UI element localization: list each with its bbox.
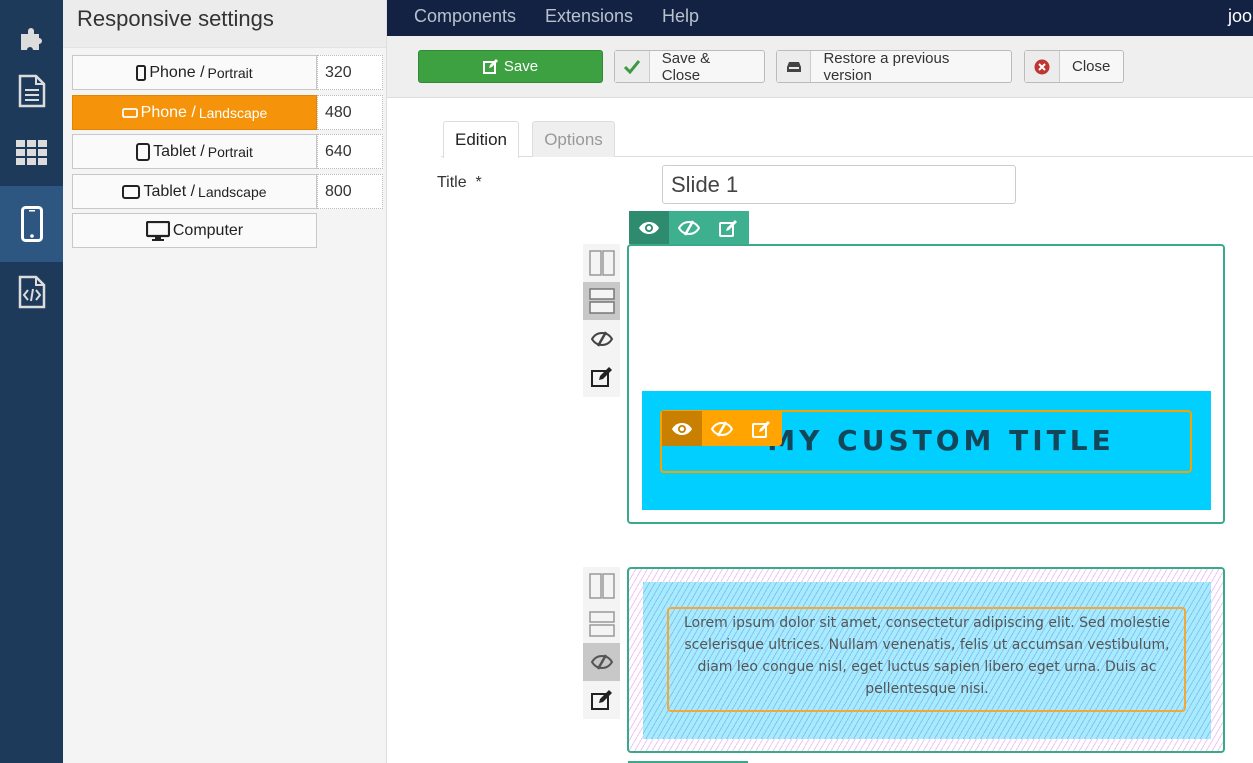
edit-icon bbox=[590, 367, 612, 387]
eye-icon bbox=[672, 422, 692, 435]
tab-options[interactable]: Options bbox=[532, 121, 615, 157]
title-input[interactable] bbox=[662, 165, 1016, 204]
device-label: Tablet / bbox=[143, 182, 196, 200]
phone-portrait-icon bbox=[136, 64, 147, 81]
edit-row-button[interactable] bbox=[709, 211, 749, 244]
device-computer-button[interactable]: Computer bbox=[72, 213, 317, 248]
grid-icon bbox=[15, 140, 47, 165]
top-navbar: Components Extensions Help joo bbox=[387, 0, 1253, 36]
toolbar: Save Save & Close Restore a previous ver… bbox=[387, 36, 1253, 98]
device-label: Tablet / bbox=[153, 142, 205, 160]
phone-icon bbox=[20, 206, 43, 242]
edit-button[interactable] bbox=[583, 358, 620, 396]
eye-slash-icon bbox=[678, 219, 700, 236]
hide-button[interactable] bbox=[583, 643, 620, 681]
close-button[interactable]: Close bbox=[1024, 50, 1124, 83]
hide-row-button[interactable] bbox=[669, 211, 709, 244]
sidebar-item-modules[interactable] bbox=[0, 115, 63, 191]
nav-components[interactable]: Components bbox=[414, 6, 516, 27]
edit-icon bbox=[752, 420, 770, 438]
edit-button[interactable] bbox=[583, 681, 620, 719]
device-width-input[interactable]: 640 bbox=[317, 134, 383, 169]
save-button[interactable]: Save bbox=[418, 50, 603, 83]
panel-title: Responsive settings bbox=[63, 0, 386, 48]
device-orientation: Landscape bbox=[198, 104, 268, 121]
hide-block-button[interactable] bbox=[702, 411, 742, 446]
show-row-button[interactable] bbox=[629, 211, 669, 244]
device-tablet-landscape-button[interactable]: Tablet / Landscape bbox=[72, 174, 317, 209]
columns-icon bbox=[588, 250, 615, 276]
device-orientation: Portrait bbox=[207, 64, 253, 81]
required-mark: * bbox=[475, 174, 482, 191]
icon-sidebar bbox=[0, 0, 63, 763]
code-file-icon bbox=[18, 275, 45, 309]
nav-help[interactable]: Help bbox=[662, 6, 699, 27]
device-width-input[interactable]: 480 bbox=[317, 95, 383, 130]
device-label: Phone / bbox=[140, 103, 196, 121]
edit-icon bbox=[719, 219, 737, 237]
restore-label: Restore a previous version bbox=[823, 49, 950, 84]
edit-block-button[interactable] bbox=[742, 411, 782, 446]
lorem-text[interactable]: Lorem ipsum dolor sit amet, consectetur … bbox=[672, 612, 1182, 700]
rows-icon bbox=[588, 288, 615, 314]
tablet-portrait-icon bbox=[136, 142, 151, 161]
close-label: Close bbox=[1072, 58, 1111, 75]
phone-landscape-icon bbox=[121, 107, 138, 118]
device-phone-landscape-button[interactable]: Phone / Landscape bbox=[72, 95, 317, 130]
edit-icon bbox=[482, 59, 498, 74]
tablet-landscape-icon bbox=[122, 184, 141, 199]
device-label: Phone / bbox=[149, 63, 205, 81]
columns-layout-button[interactable] bbox=[583, 244, 620, 282]
user-menu[interactable]: joo bbox=[1228, 6, 1252, 27]
app-window: Responsive settings Phone / Portrait 320… bbox=[0, 0, 1253, 763]
nav-extensions[interactable]: Extensions bbox=[545, 6, 633, 27]
document-icon bbox=[18, 74, 45, 108]
device-label: Computer bbox=[172, 221, 244, 239]
eye-slash-icon bbox=[711, 420, 733, 437]
save-close-label: Save & Close bbox=[661, 49, 711, 84]
archive-icon bbox=[786, 61, 801, 72]
title-label: Title * bbox=[437, 174, 482, 192]
rows-layout-button[interactable] bbox=[583, 605, 620, 643]
monitor-icon bbox=[145, 220, 170, 241]
device-tablet-portrait-button[interactable]: Tablet / Portrait bbox=[72, 134, 317, 169]
device-orientation: Portrait bbox=[207, 143, 253, 160]
rows-icon bbox=[588, 611, 615, 637]
save-close-button[interactable]: Save & Close bbox=[614, 49, 765, 84]
columns-icon bbox=[588, 573, 615, 599]
row-2-side-toolbar bbox=[583, 567, 620, 719]
sidebar-item-responsive[interactable] bbox=[0, 186, 63, 262]
eye-slash-icon bbox=[590, 331, 613, 347]
title-block-toolbar bbox=[662, 411, 782, 446]
restore-version-button[interactable]: Restore a previous version bbox=[776, 49, 1012, 84]
check-icon bbox=[623, 59, 640, 74]
title-label-text: Title bbox=[437, 174, 467, 191]
row-toolbar bbox=[629, 211, 749, 244]
row-side-toolbar bbox=[583, 244, 620, 397]
responsive-settings-panel: Responsive settings Phone / Portrait 320… bbox=[63, 0, 387, 763]
device-phone-portrait-button[interactable]: Phone / Portrait bbox=[72, 55, 317, 90]
eye-icon bbox=[639, 221, 659, 234]
puzzle-icon bbox=[20, 28, 42, 50]
edit-icon bbox=[590, 690, 612, 710]
save-label: Save bbox=[503, 58, 539, 75]
show-block-button[interactable] bbox=[662, 411, 702, 446]
hide-button[interactable] bbox=[583, 320, 620, 358]
close-circle-icon bbox=[1034, 59, 1050, 74]
columns-layout-button[interactable] bbox=[583, 567, 620, 605]
sidebar-item-code[interactable] bbox=[0, 254, 63, 330]
device-width-input[interactable]: 320 bbox=[317, 55, 383, 90]
device-orientation: Landscape bbox=[198, 183, 267, 200]
tab-edition[interactable]: Edition bbox=[443, 121, 519, 158]
eye-slash-icon bbox=[590, 654, 613, 670]
rows-layout-button[interactable] bbox=[583, 282, 620, 320]
device-width-input[interactable]: 800 bbox=[317, 174, 383, 209]
